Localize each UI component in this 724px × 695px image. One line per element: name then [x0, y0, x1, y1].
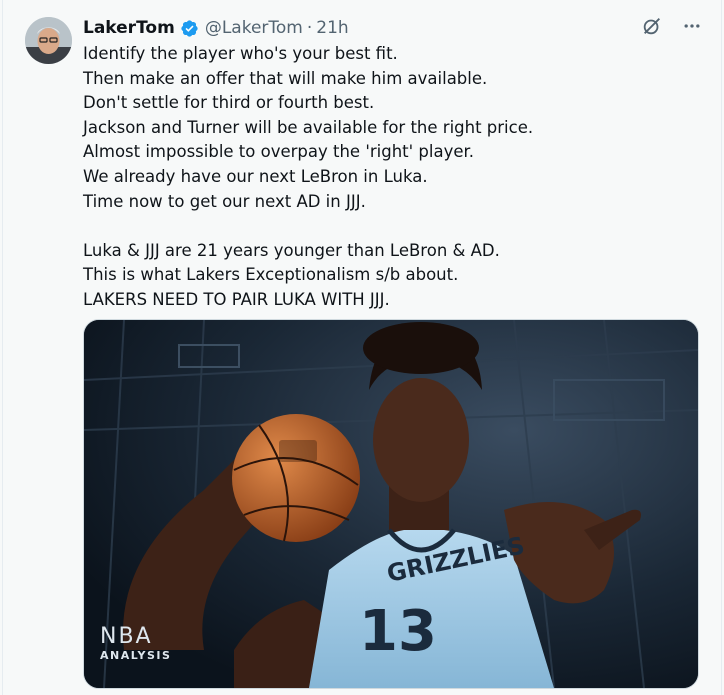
watermark: NBA ANALYSIS: [100, 624, 171, 662]
tweet-header: LakerTom @LakerTom · 21h: [83, 15, 701, 41]
timestamp[interactable]: 21h: [316, 18, 348, 38]
tweet-line: LAKERS NEED TO PAIR LUKA WITH JJJ.: [83, 289, 390, 309]
avatar[interactable]: [25, 17, 72, 64]
grok-icon[interactable]: [639, 13, 665, 39]
tweet-line: Time now to get our next AD in JJJ.: [83, 191, 366, 211]
tweet-line: Identify the player who's your best fit.: [83, 44, 398, 63]
watermark-line2: ANALYSIS: [100, 649, 172, 662]
tweet-line: Then make an offer that will make him av…: [83, 68, 488, 88]
separator-dot: ·: [306, 18, 313, 38]
tweet-card[interactable]: LakerTom @LakerTom · 21h Identify the pl…: [2, 0, 722, 695]
jersey-number-text: 13: [359, 599, 437, 664]
watermark-line1: NBA: [100, 624, 153, 649]
tweet-line: Almost impossible to overpay the 'right'…: [83, 142, 475, 162]
tweet-line: This is what Lakers Exceptionalism s/b a…: [83, 265, 459, 285]
tweet-text: Identify the player who's your best fit.…: [83, 42, 703, 313]
display-name[interactable]: LakerTom: [83, 18, 175, 38]
verified-badge-icon: [180, 19, 199, 38]
tweet-media-image[interactable]: GRIZZLIES 13 NBA ANALYSIS: [83, 319, 699, 689]
tweet-line: We already have our next LeBron in Luka.: [83, 166, 428, 186]
handle[interactable]: @LakerTom: [205, 18, 303, 38]
tweet-actions: [639, 13, 705, 39]
more-icon[interactable]: [679, 13, 705, 39]
tweet-line: Jackson and Turner will be available for…: [83, 117, 534, 137]
tweet-line: Luka & JJJ are 21 years younger than LeB…: [83, 240, 500, 260]
tweet-line: Don't settle for third or fourth best.: [83, 93, 375, 113]
